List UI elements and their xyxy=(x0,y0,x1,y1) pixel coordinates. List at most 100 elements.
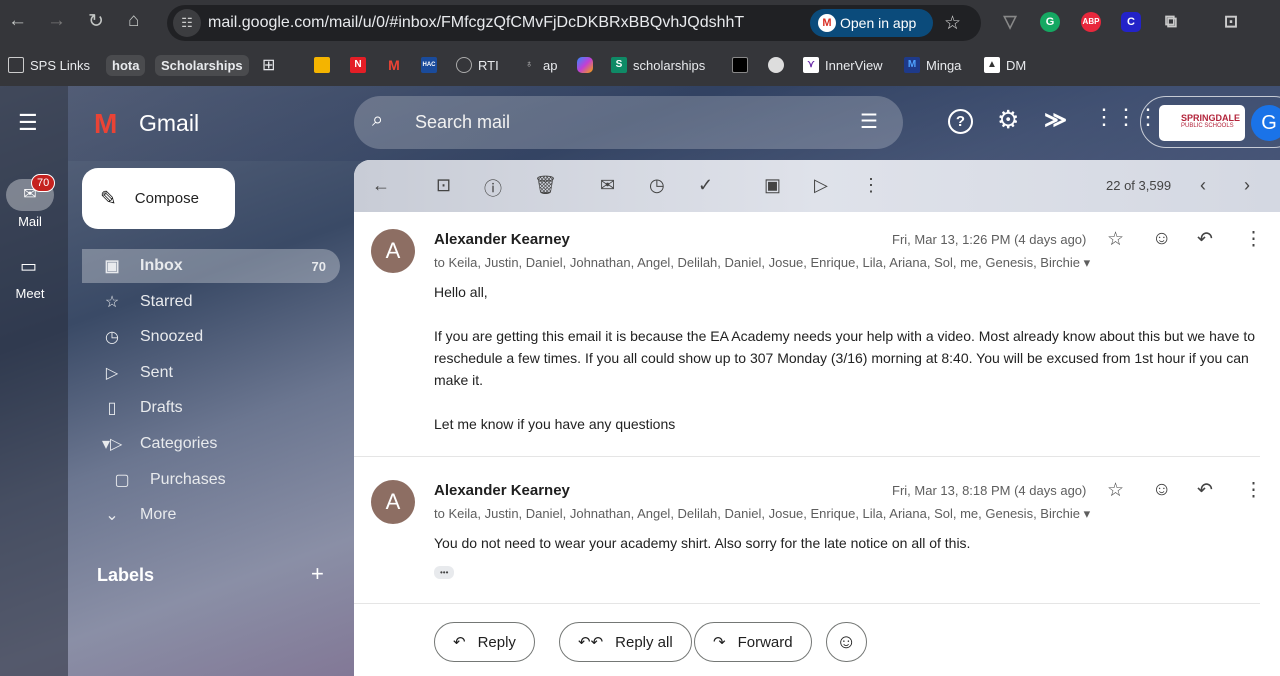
app-rail: ☰ ✉ 70 Mail ▭ Meet xyxy=(0,86,68,676)
apps-grid-icon[interactable]: ⊞ xyxy=(262,54,275,76)
more-options-icon[interactable]: ⋮ xyxy=(862,175,880,196)
bookmark-n[interactable]: N xyxy=(350,54,366,76)
c-extension-icon[interactable]: C xyxy=(1121,12,1141,32)
adblock-extension-icon[interactable]: ABP xyxy=(1081,12,1101,32)
mark-unread-icon[interactable]: ✉ xyxy=(600,175,615,196)
reply-all-button[interactable]: ↶↶ Reply all xyxy=(559,622,692,662)
nav-starred[interactable]: ☆ Starred xyxy=(82,285,340,319)
bookmark-innerview[interactable]: ⋎ InnerView xyxy=(803,54,883,76)
star-bookmark-icon[interactable]: ☆ xyxy=(944,12,961,35)
address-bar[interactable]: ☷ mail.google.com/mail/u/0/#inbox/FMfcgz… xyxy=(167,5,981,41)
labels-heading: Labels xyxy=(97,565,155,585)
delete-icon[interactable]: 🗑 xyxy=(534,175,557,196)
details-dropdown-icon[interactable]: ▾ xyxy=(1084,506,1091,521)
nav-label: More xyxy=(140,506,177,523)
newer-icon[interactable]: ‹ xyxy=(1200,175,1206,196)
bookmark-sps-links[interactable]: SPS Links xyxy=(8,54,90,76)
bookmark-dark[interactable] xyxy=(732,54,748,76)
star-icon[interactable]: ☆ xyxy=(1107,228,1124,251)
bookmark-dm[interactable]: ▲ DM xyxy=(984,54,1026,76)
recipients[interactable]: to Keila, Justin, Daniel, Johnathan, Ang… xyxy=(434,506,1090,522)
search-icon[interactable]: ⌕ xyxy=(372,109,383,132)
bookmark-minga[interactable]: M Minga xyxy=(904,54,961,76)
gmail-brand[interactable]: Gmail xyxy=(139,110,199,137)
help-icon[interactable]: ? xyxy=(948,109,973,134)
divider xyxy=(354,603,1260,604)
show-trimmed-button[interactable]: ••• xyxy=(434,566,455,579)
back-to-inbox-icon[interactable]: ← xyxy=(372,175,390,196)
avatar[interactable]: G xyxy=(1251,105,1280,141)
grammarly-extension-icon[interactable]: G xyxy=(1040,12,1060,32)
open-in-app-button[interactable]: M Open in app xyxy=(810,9,933,37)
details-dropdown-icon[interactable]: ▾ xyxy=(1084,255,1091,270)
meet-rail-label[interactable]: Meet xyxy=(0,286,60,301)
search-options-icon[interactable]: ☰ xyxy=(860,109,878,134)
extensions-puzzle-icon[interactable]: ⧉ xyxy=(1161,12,1181,32)
move-to-icon[interactable]: ▣ xyxy=(764,175,781,196)
bookmark-scholarships[interactable]: Sscholarships xyxy=(611,54,705,76)
mail-rail-label: Mail xyxy=(18,214,42,229)
meet-icon[interactable]: ▭ xyxy=(20,256,37,277)
add-label-icon[interactable]: + xyxy=(311,561,324,587)
bookmark-icon xyxy=(732,57,748,73)
recipients-text: to Keila, Justin, Daniel, Johnathan, Ang… xyxy=(434,255,1081,270)
mail-badge: 70 xyxy=(31,174,56,192)
archive-icon[interactable]: ⊡ xyxy=(436,175,451,196)
bookmark-scholarships-folder[interactable]: Scholarships xyxy=(155,54,249,76)
more-icon[interactable]: ⋮ xyxy=(1244,228,1263,251)
sender-name[interactable]: Alexander Kearney xyxy=(434,231,570,248)
reply-button[interactable]: ↶ Reply xyxy=(434,622,535,662)
nav-drafts[interactable]: ▯ Drafts xyxy=(82,391,340,425)
nav-categories[interactable]: ▾▷ Categories xyxy=(82,427,340,461)
bookmark-ap[interactable]: ♁ ap xyxy=(521,54,557,76)
recipients[interactable]: to Keila, Justin, Daniel, Johnathan, Ang… xyxy=(434,255,1090,271)
site-info-icon[interactable]: ☷ xyxy=(173,9,201,37)
nav-snoozed[interactable]: ◷ Snoozed xyxy=(82,320,340,354)
more-icon[interactable]: ⋮ xyxy=(1244,479,1263,502)
shield-extension-icon[interactable]: ▽ xyxy=(1000,12,1020,32)
back-icon[interactable]: ← xyxy=(8,10,27,32)
org-logo: SPRINGDALE PUBLIC SCHOOLS xyxy=(1159,105,1245,141)
compose-button[interactable]: ✎ Compose xyxy=(82,168,235,229)
bookmark-hac[interactable]: HAC xyxy=(421,54,437,76)
bookmark-hota[interactable]: hota xyxy=(106,54,146,76)
nav-label: Drafts xyxy=(140,399,183,416)
reload-icon[interactable]: ↻ xyxy=(88,10,104,33)
bookmark-classroom[interactable] xyxy=(314,54,330,76)
account-switcher[interactable]: SPRINGDALE PUBLIC SCHOOLS G xyxy=(1140,96,1280,148)
forward-button[interactable]: ↷ Forward xyxy=(694,622,812,662)
body-paragraph: If you are getting this email it is beca… xyxy=(434,328,1256,388)
nav-sent[interactable]: ▷ Sent xyxy=(82,356,340,390)
settings-gear-icon[interactable]: ⚙ xyxy=(997,105,1019,135)
star-icon: ☆ xyxy=(104,294,120,311)
snooze-icon[interactable]: ◷ xyxy=(649,175,665,196)
bookmark-chatgpt[interactable] xyxy=(768,54,784,76)
report-spam-icon[interactable]: ⓘ xyxy=(484,175,502,201)
url-text[interactable]: mail.google.com/mail/u/0/#inbox/FMfcgzQf… xyxy=(208,14,744,32)
emoji-react-icon[interactable]: ☺ xyxy=(1152,228,1171,250)
sender-name[interactable]: Alexander Kearney xyxy=(434,482,570,499)
bookmark-rti[interactable]: RTI xyxy=(456,54,499,76)
star-icon[interactable]: ☆ xyxy=(1107,479,1124,502)
nav-more[interactable]: ⌄ More xyxy=(82,498,340,532)
search-input[interactable]: Search mail xyxy=(415,112,510,133)
main-menu-icon[interactable]: ☰ xyxy=(18,110,38,136)
nav-inbox[interactable]: ▣ Inbox 70 xyxy=(82,249,340,283)
reply-icon[interactable]: ↶ xyxy=(1197,479,1213,502)
tab-search-icon[interactable]: ⊡ xyxy=(1221,12,1241,32)
emoji-react-icon[interactable]: ☺ xyxy=(1152,479,1171,501)
innerview-icon: ⋎ xyxy=(803,57,819,73)
labels-icon[interactable]: ▷ xyxy=(814,175,828,196)
add-to-tasks-icon[interactable]: ✓ xyxy=(698,175,713,196)
older-icon[interactable]: › xyxy=(1244,175,1250,196)
forward-icon[interactable]: → xyxy=(47,10,66,32)
emoji-reaction-button[interactable]: ☺ xyxy=(826,622,867,662)
search-bar[interactable]: ⌕ Search mail ☰ xyxy=(354,96,903,149)
home-icon[interactable]: ⌂ xyxy=(128,10,139,32)
reply-icon[interactable]: ↶ xyxy=(1197,228,1213,251)
gemini-icon[interactable]: ≫ xyxy=(1044,107,1067,133)
reading-pane: ← ⊡ ⓘ 🗑 ✉ ◷ ✓ ▣ ▷ ⋮ 22 of 3,599 ‹ › A Al… xyxy=(354,160,1280,676)
bookmark-copilot[interactable] xyxy=(577,54,593,76)
bookmark-gmail[interactable]: M xyxy=(386,54,402,76)
nav-purchases[interactable]: ▢ Purchases xyxy=(82,463,340,497)
